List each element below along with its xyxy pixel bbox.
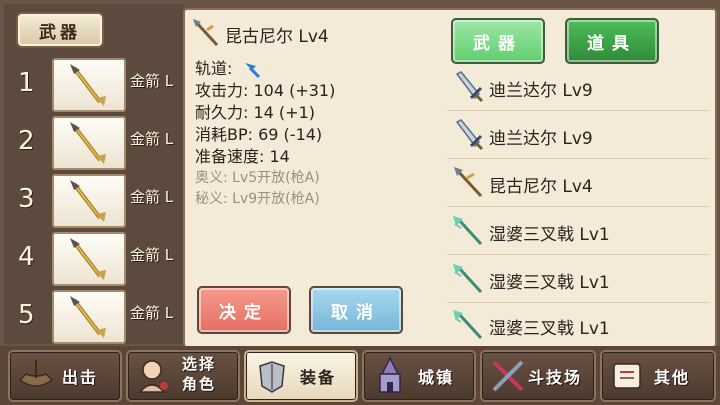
slot-weapon-name: 金箭 L (130, 72, 174, 90)
slot-weapon-name: 金箭 L (130, 130, 174, 148)
golden-arrow-icon (70, 64, 106, 106)
weapon-slot-3[interactable]: 3 金箭 L (0, 172, 184, 228)
sword-icon (455, 119, 484, 151)
armor-icon (259, 361, 285, 393)
spear-icon (454, 167, 483, 198)
secret-skill-1: 奥义: Lv5开放(枪A) (195, 170, 320, 186)
confirm-button[interactable]: 决定 (197, 286, 291, 334)
list-divider (447, 158, 709, 159)
ship-icon (18, 360, 54, 387)
inventory-item-name: 昆古尼尔 Lv4 (489, 177, 593, 197)
slot-number: 4 (18, 242, 35, 272)
golden-arrow-icon (70, 238, 106, 280)
slot-weapon-name: 金箭 L (130, 188, 174, 206)
nav-town-button[interactable]: 城镇 (362, 350, 476, 402)
golden-arrow-icon (70, 180, 106, 222)
slot-item-box[interactable] (52, 174, 126, 228)
nav-other-button[interactable]: 其他 (600, 350, 716, 402)
nav-label-line1: 选择 (182, 355, 217, 373)
inventory-item[interactable]: 湿婆三叉戟 Lv1 (447, 208, 709, 256)
nav-label: 城镇 (418, 368, 455, 387)
inventory-item[interactable]: 昆古尼尔 Lv4 (447, 160, 709, 208)
slot-item-box[interactable] (52, 232, 126, 286)
golden-arrow-icon (70, 296, 106, 338)
slot-weapon-name: 金箭 L (130, 304, 174, 322)
attack-stat: 攻击力: 104 (+31) (195, 81, 336, 100)
inventory-item-name: 湿婆三叉戟 Lv1 (489, 225, 610, 245)
nav-equipment-button[interactable]: 装备 (244, 350, 358, 402)
inventory-item-name: 湿婆三叉戟 Lv1 (489, 273, 610, 293)
game-screen: 武器 1 金箭 L 2 金箭 L 3 金箭 L 4 金箭 L 5 金箭 L 昆古… (0, 0, 720, 405)
trident-icon (453, 216, 483, 246)
slot-number: 1 (18, 68, 35, 98)
inventory-item-name: 湿婆三叉戟 Lv1 (489, 319, 610, 339)
inventory-item[interactable]: 湿婆三叉戟 Lv1 (447, 256, 709, 304)
weapon-category-tag: 武器 (16, 12, 104, 48)
swords-icon (492, 360, 524, 392)
inventory-item[interactable]: 迪兰达尔 Lv9 (447, 112, 709, 160)
tab-item[interactable]: 道具 (565, 18, 659, 64)
slot-weapon-name: 金箭 L (130, 246, 174, 264)
weapon-detail-panel: 昆古尼尔 Lv4 轨道: 攻击力: 104 (+31) 耐久力: 14 (+1)… (183, 8, 717, 348)
track-direction-icon (244, 62, 260, 78)
weapon-slot-1[interactable]: 1 金箭 L (0, 56, 184, 112)
trident-icon (453, 310, 483, 340)
inventory-item[interactable]: 湿婆三叉戟 Lv1 (447, 302, 709, 350)
golden-arrow-icon (70, 122, 106, 164)
nav-label: 出击 (62, 368, 99, 387)
nav-label-line2: 角色 (182, 375, 217, 393)
list-divider (447, 110, 709, 111)
inventory-item-name: 迪兰达尔 Lv9 (489, 81, 593, 101)
track-row: 轨道: (195, 58, 335, 80)
weapon-slot-4[interactable]: 4 金箭 L (0, 230, 184, 286)
nav-sortie-button[interactable]: 出击 (8, 350, 122, 402)
weapon-slot-5[interactable]: 5 金箭 L (0, 288, 184, 344)
cancel-button[interactable]: 取消 (309, 286, 403, 334)
nav-label: 其他 (654, 368, 691, 387)
weapon-slot-2[interactable]: 2 金箭 L (0, 114, 184, 170)
secret-skill-2: 秘义: Lv9开放(枪A) (195, 191, 320, 207)
bottom-nav: 出击 选择 角色 装备 城镇 斗技场 其他 (0, 346, 720, 405)
character-icon (138, 360, 168, 393)
sword-icon (455, 71, 484, 103)
slot-number: 5 (18, 300, 35, 330)
slot-number: 2 (18, 126, 35, 156)
castle-icon (379, 356, 401, 393)
weapon-stats: 轨道: 攻击力: 104 (+31) 耐久力: 14 (+1) 消耗BP: 69… (195, 58, 335, 210)
nav-arena-button[interactable]: 斗技场 (480, 350, 596, 402)
selected-weapon-title: 昆古尼尔 Lv4 (225, 27, 329, 47)
list-divider (447, 206, 709, 207)
slot-item-box[interactable] (52, 290, 126, 344)
list-divider (447, 254, 709, 255)
nav-label: 斗技场 (528, 368, 583, 387)
tab-weapon[interactable]: 武器 (451, 18, 545, 64)
slot-item-box[interactable] (52, 58, 126, 112)
nav-label: 选择 角色 (182, 354, 216, 394)
slot-item-box[interactable] (52, 116, 126, 170)
scroll-icon (613, 363, 641, 389)
nav-select-character-button[interactable]: 选择 角色 (126, 350, 240, 402)
slot-number: 3 (18, 184, 35, 214)
spear-icon (193, 19, 219, 47)
nav-label: 装备 (300, 368, 337, 387)
track-label: 轨道: (195, 59, 233, 78)
inventory-item[interactable]: 迪兰达尔 Lv9 (447, 64, 709, 112)
prep-speed-stat: 准备速度: 14 (195, 147, 290, 166)
trident-icon (453, 264, 483, 294)
durability-stat: 耐久力: 14 (+1) (195, 103, 315, 122)
inventory-item-name: 迪兰达尔 Lv9 (489, 129, 593, 149)
bp-cost-stat: 消耗BP: 69 (-14) (195, 125, 323, 144)
